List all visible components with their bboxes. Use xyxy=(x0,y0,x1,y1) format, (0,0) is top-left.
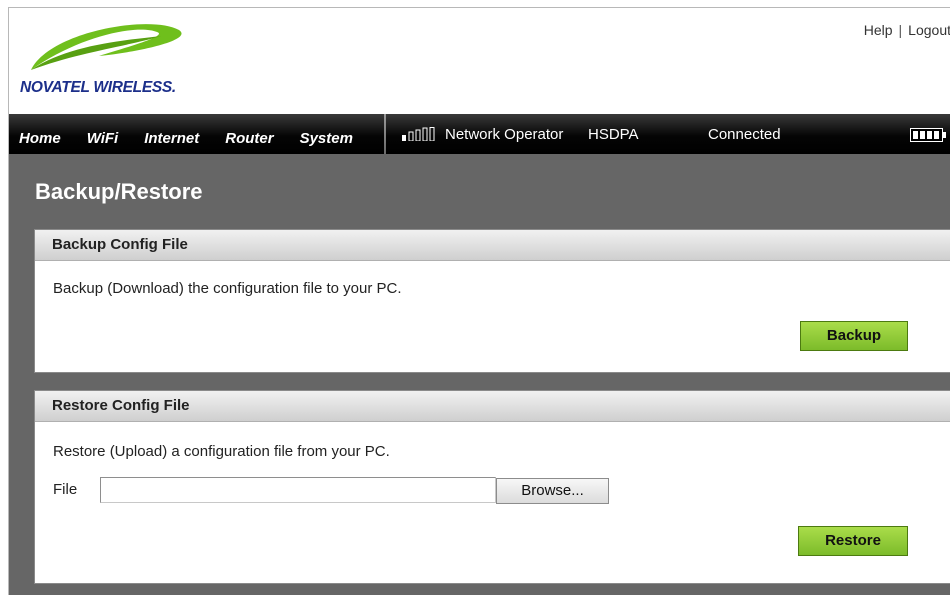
connection-status: Connected xyxy=(708,126,781,143)
file-label: File xyxy=(53,481,78,498)
backup-panel-heading: Backup Config File xyxy=(35,230,950,261)
novatel-logo: NOVATEL WIRELESS. xyxy=(17,22,187,102)
browser-frame: NOVATEL WIRELESS. Help | Logout Home WiFi … xyxy=(8,7,950,595)
restore-panel-heading: Restore Config File xyxy=(35,391,950,422)
page-title: Backup/Restore xyxy=(35,179,203,204)
backup-button[interactable]: Backup xyxy=(800,321,908,351)
nav-divider xyxy=(384,114,386,154)
link-separator: | xyxy=(898,22,903,38)
restore-button[interactable]: Restore xyxy=(798,526,908,556)
logout-link[interactable]: Logout xyxy=(908,22,950,38)
swoosh-logo-icon xyxy=(31,24,182,70)
signal-strength-icon xyxy=(402,127,435,141)
restore-panel: Restore Config File Restore (Upload) a c… xyxy=(34,390,950,584)
network-type: HSDPA xyxy=(588,126,639,143)
restore-description: Restore (Upload) a configuration file fr… xyxy=(53,443,390,460)
main-content: Backup/Restore Backup Config File Backup… xyxy=(9,154,950,595)
backup-panel: Backup Config File Backup (Download) the… xyxy=(34,229,950,373)
nav-item-router[interactable]: Router xyxy=(215,130,289,147)
nav-item-home[interactable]: Home xyxy=(9,130,77,147)
top-links: Help | Logout xyxy=(864,22,950,38)
backup-description: Backup (Download) the configuration file… xyxy=(53,280,402,297)
nav-item-internet[interactable]: Internet xyxy=(134,130,215,147)
battery-icon xyxy=(910,128,946,142)
help-link[interactable]: Help xyxy=(864,22,893,38)
nav-bar: Home WiFi Internet Router System Network… xyxy=(9,114,950,154)
network-operator: Network Operator xyxy=(445,126,564,143)
brand-name: NOVATEL WIRELESS. xyxy=(20,79,176,96)
header: NOVATEL WIRELESS. Help | Logout xyxy=(9,8,950,114)
main-menu: Home WiFi Internet Router System xyxy=(9,114,369,154)
nav-item-wifi[interactable]: WiFi xyxy=(77,130,135,147)
nav-item-system[interactable]: System xyxy=(290,130,369,147)
file-path-input[interactable] xyxy=(100,477,496,503)
browse-button[interactable]: Browse... xyxy=(496,478,609,504)
